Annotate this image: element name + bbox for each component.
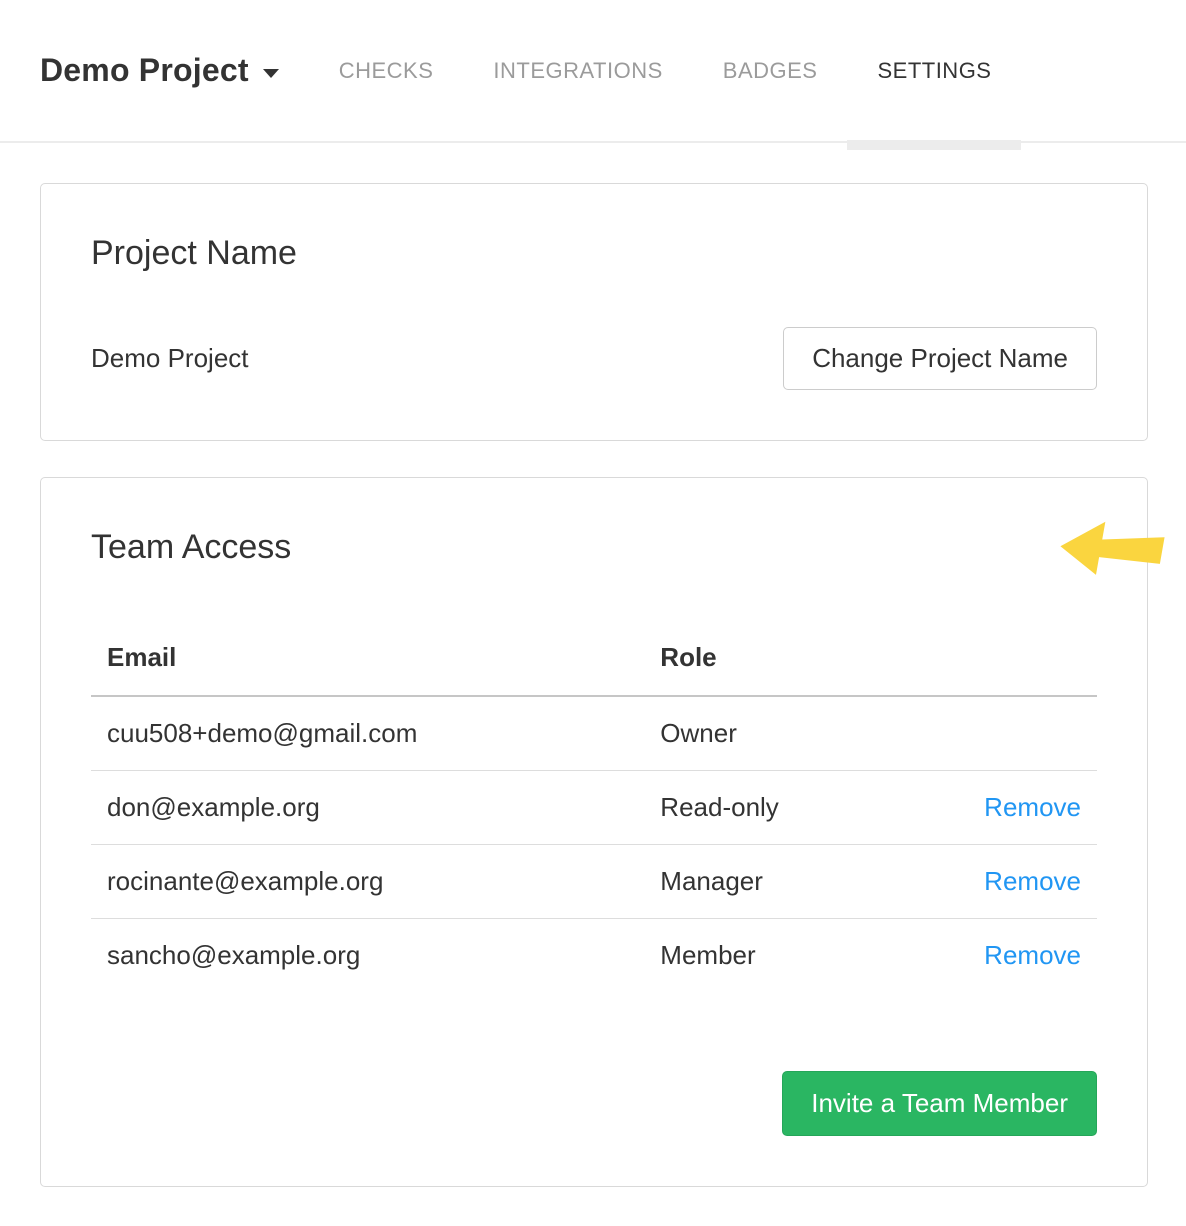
remove-member-link[interactable]: Remove <box>984 792 1081 822</box>
top-navigation: Demo Project CHECKS INTEGRATIONS BADGES … <box>0 0 1186 143</box>
project-name-card-title: Project Name <box>91 232 1097 274</box>
member-email: cuu508+demo@gmail.com <box>91 696 644 771</box>
tab-checks[interactable]: CHECKS <box>309 58 464 84</box>
member-email: rocinante@example.org <box>91 845 644 919</box>
change-project-name-button[interactable]: Change Project Name <box>783 327 1097 390</box>
settings-page-content: Project Name Demo Project Change Project… <box>0 183 1186 1187</box>
project-title: Demo Project <box>40 52 249 89</box>
remove-member-link[interactable]: Remove <box>984 940 1081 970</box>
table-row: sancho@example.org Member Remove <box>91 919 1097 993</box>
member-email: don@example.org <box>91 771 644 845</box>
table-header-row: Email Role <box>91 622 1097 696</box>
member-role: Owner <box>644 696 956 771</box>
table-row: don@example.org Read-only Remove <box>91 771 1097 845</box>
column-header-email: Email <box>91 622 644 696</box>
tab-integrations[interactable]: INTEGRATIONS <box>463 58 692 84</box>
project-name-card: Project Name Demo Project Change Project… <box>40 183 1148 441</box>
table-row: rocinante@example.org Manager Remove <box>91 845 1097 919</box>
caret-down-icon <box>263 69 279 78</box>
tab-settings[interactable]: SETTINGS <box>847 58 1021 84</box>
team-access-card: Team Access Email Role cuu508+demo@gmail… <box>40 477 1148 1187</box>
nav-tabs: CHECKS INTEGRATIONS BADGES SETTINGS <box>309 58 1022 84</box>
table-row: cuu508+demo@gmail.com Owner <box>91 696 1097 771</box>
column-header-role: Role <box>644 622 956 696</box>
invite-button-row: Invite a Team Member <box>91 1071 1097 1136</box>
team-access-card-title: Team Access <box>91 526 1097 568</box>
current-project-name: Demo Project <box>91 343 249 374</box>
member-email: sancho@example.org <box>91 919 644 993</box>
column-header-action <box>956 622 1097 696</box>
tab-badges[interactable]: BADGES <box>693 58 848 84</box>
project-switcher-dropdown[interactable]: Demo Project <box>40 52 279 89</box>
member-action <box>956 696 1097 771</box>
member-role: Read-only <box>644 771 956 845</box>
project-name-row: Demo Project Change Project Name <box>91 327 1097 390</box>
member-role: Member <box>644 919 956 993</box>
team-members-table: Email Role cuu508+demo@gmail.com Owner d… <box>91 622 1097 992</box>
member-role: Manager <box>644 845 956 919</box>
remove-member-link[interactable]: Remove <box>984 866 1081 896</box>
invite-team-member-button[interactable]: Invite a Team Member <box>782 1071 1097 1136</box>
